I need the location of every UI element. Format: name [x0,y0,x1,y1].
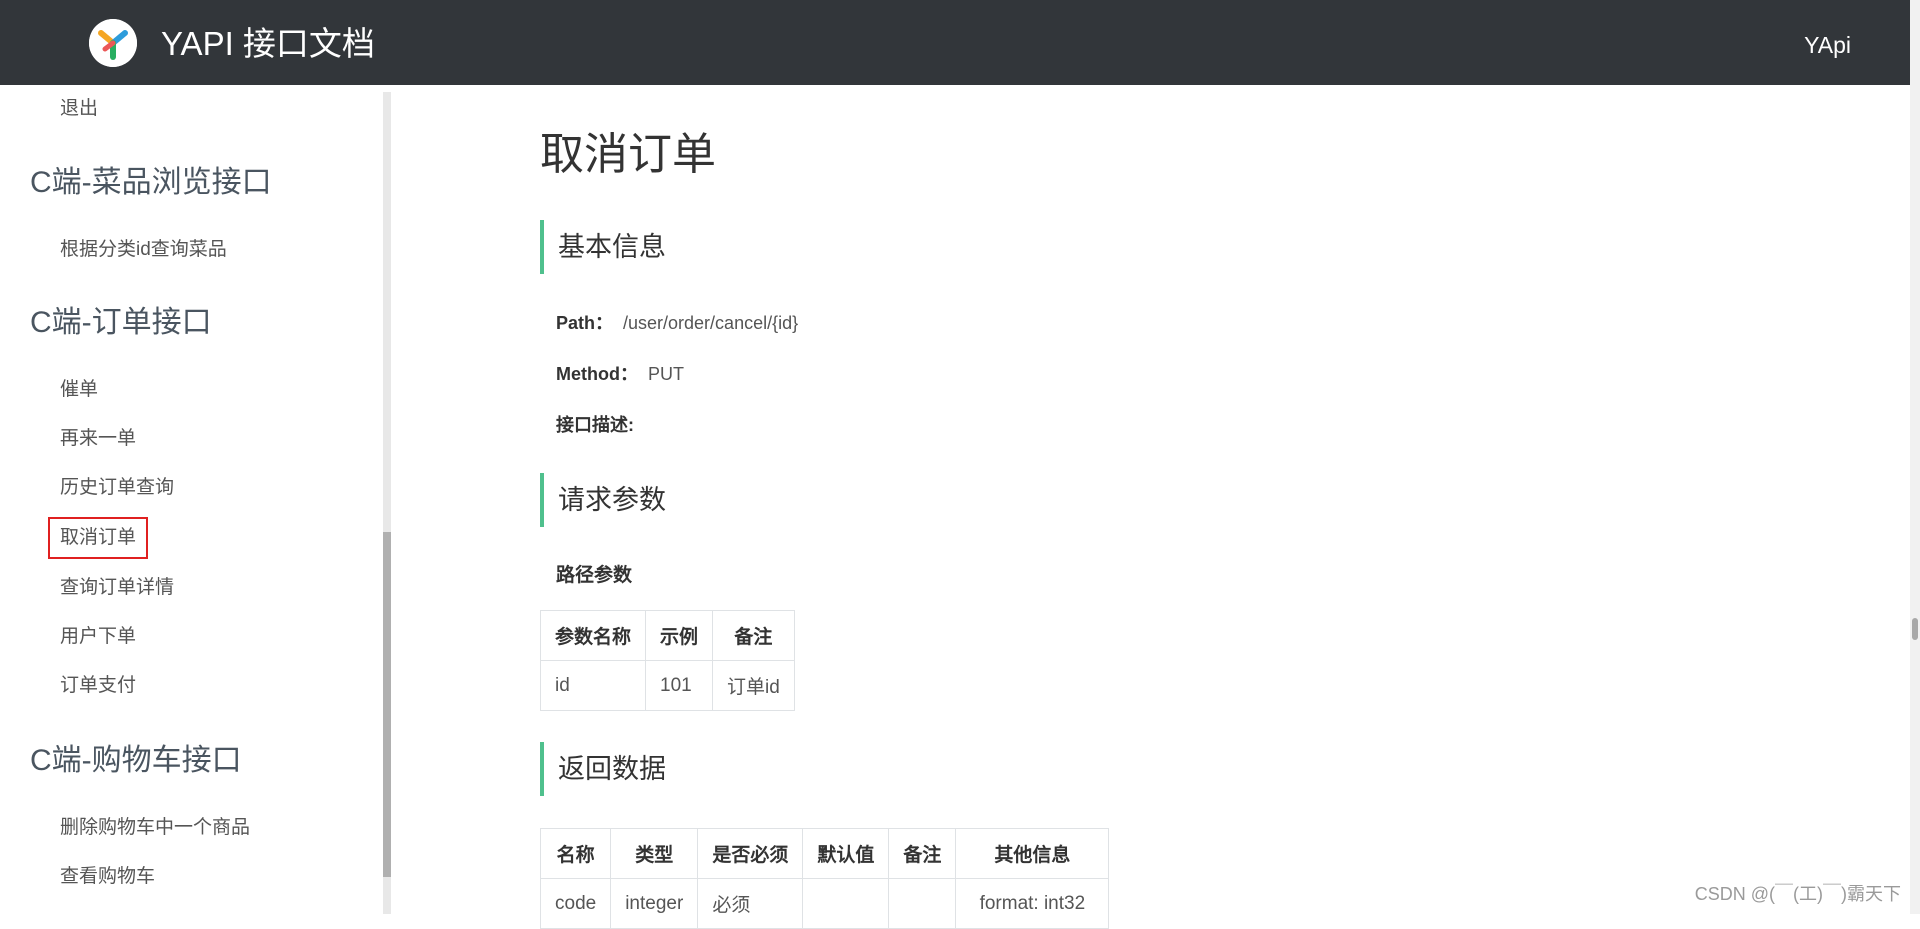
column-header: 备注 [713,611,795,661]
table-cell: 订单id [713,661,795,711]
method-value: PUT [648,364,684,384]
column-header: 名称 [541,829,611,879]
table-cell [803,879,889,929]
column-header: 其他信息 [956,829,1109,879]
sidebar-group-cart[interactable]: C端-购物车接口 [30,741,242,781]
sidebar-group-order[interactable]: C端-订单接口 [30,303,212,343]
sidebar-item-delete-cart-item[interactable]: 删除购物车中一个商品 [60,815,250,841]
table-header-row: 名称 类型 是否必须 默认值 备注 其他信息 [541,829,1109,879]
column-header: 默认值 [803,829,889,879]
table-row: code integer 必须 format: int32 [541,879,1109,929]
yapi-logo-icon[interactable] [89,19,137,67]
column-header: 备注 [889,829,956,879]
yapi-header-link[interactable]: YApi [1804,30,1851,60]
sidebar-item-order-detail[interactable]: 查询订单详情 [60,575,174,601]
table-cell: code [541,879,611,929]
sidebar-item-query-dish-by-category[interactable]: 根据分类id查询菜品 [60,237,227,263]
table-cell: id [541,661,646,711]
table-header-row: 参数名称 示例 备注 [541,611,795,661]
table-cell [889,879,956,929]
table-cell: format: int32 [956,879,1109,929]
sidebar-item-view-cart[interactable]: 查看购物车 [60,864,155,890]
path-params-label: 路径参数 [556,563,632,589]
sidebar-item-cancel-order[interactable]: 取消订单 [48,517,148,559]
description-label: 接口描述: [556,415,634,435]
table-row: id 101 订单id [541,661,795,711]
path-params-table: 参数名称 示例 备注 id 101 订单id [540,610,795,711]
top-header: YAPI 接口文档 YApi [0,0,1910,85]
path-row: Path： /user/order/cancel/{id} [556,310,798,336]
watermark-text: CSDN @(￣(工)￣)霸天下 [1695,882,1901,906]
sidebar-group-dish-browse[interactable]: C端-菜品浏览接口 [30,163,272,203]
page-scrollbar-thumb[interactable] [1912,618,1918,640]
sidebar-item-logout[interactable]: 退出 [60,96,98,122]
table-cell: integer [611,879,698,929]
column-header: 是否必须 [698,829,803,879]
section-response-data: 返回数据 [540,742,666,796]
column-header: 示例 [646,611,713,661]
sidebar-item-order-payment[interactable]: 订单支付 [60,673,136,699]
sidebar-item-reorder[interactable]: 再来一单 [60,426,136,452]
description-row: 接口描述: [556,412,644,438]
column-header: 参数名称 [541,611,646,661]
section-basic-info: 基本信息 [540,220,666,274]
method-row: Method： PUT [556,361,684,387]
method-label: Method： [556,364,638,384]
page-scrollbar[interactable] [1910,0,1920,914]
table-cell: 必须 [698,879,803,929]
column-header: 类型 [611,829,698,879]
sidebar-item-order-history[interactable]: 历史订单查询 [60,475,174,501]
table-cell: 101 [646,661,713,711]
sidebar-scrollbar-thumb[interactable] [383,532,391,877]
path-value: /user/order/cancel/{id} [623,313,798,333]
main-content: 取消订单 基本信息 Path： /user/order/cancel/{id} M… [392,85,1910,914]
section-request-params: 请求参数 [540,473,666,527]
path-label: Path： [556,313,613,333]
sidebar-item-submit-order[interactable]: 用户下单 [60,624,136,650]
sidebar-item-reminder[interactable]: 催单 [60,377,98,403]
sidebar-nav: 退出 C端-菜品浏览接口 根据分类id查询菜品 C端-订单接口 催单 再来一单 … [0,85,392,914]
app-title: YAPI 接口文档 [161,22,375,66]
page-title: 取消订单 [540,125,716,185]
